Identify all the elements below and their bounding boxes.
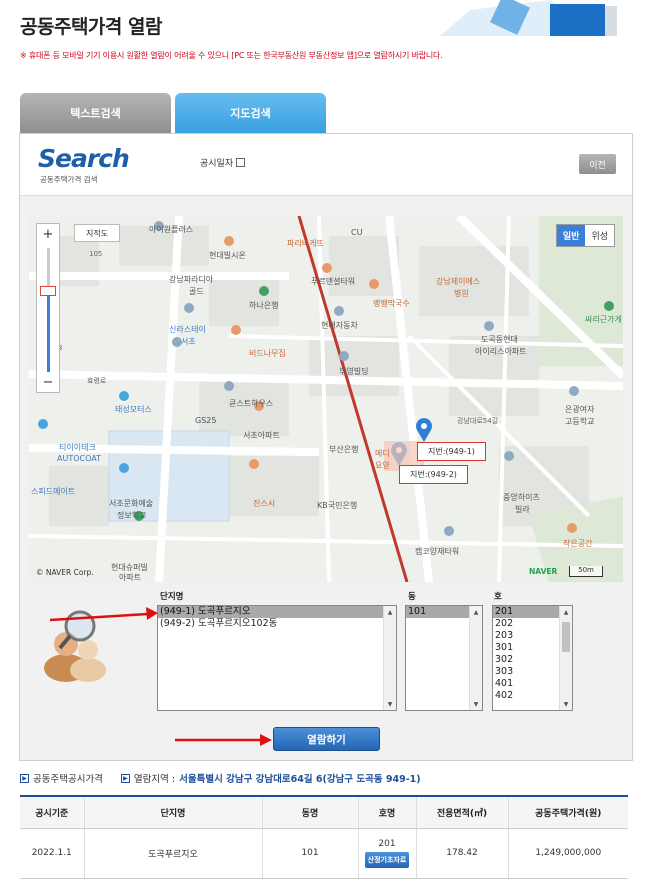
price-info-link[interactable]: ▶ 공동주택공시가격 — [20, 771, 103, 785]
arrow-box-icon: ▶ — [20, 773, 29, 783]
col-header-dong: 동명 — [262, 795, 359, 829]
info-bar: ▶ 공동주택공시가격 ▶ 열람지역 : 서울특별시 강남구 강남대로64길 6(… — [20, 771, 421, 785]
tab-text-search[interactable]: 텍스트검색 — [20, 93, 171, 133]
basis-data-button[interactable]: 산정기초자료 — [364, 851, 410, 868]
cell-date: 2022.1.1 — [20, 828, 85, 879]
col-header-complex: 단지명 — [84, 795, 263, 829]
cell-dong: 101 — [262, 828, 359, 879]
view-area: ▶ 열람지역 : 서울특별시 강남구 강남대로64길 6(강남구 도곡동 949… — [120, 771, 421, 785]
cell-area: 178.42 — [416, 828, 509, 879]
annotation-arrows — [49, 607, 272, 746]
price-info-label: 공동주택공시가격 — [33, 774, 103, 785]
col-header-date: 공시기준 — [20, 795, 85, 829]
view-area-address: 서울특별시 강남구 강남대로64길 6(강남구 도곡동 949-1) — [179, 774, 421, 785]
cell-complex: 도곡푸르지오 — [84, 828, 263, 879]
cell-price: 1,249,000,000 — [508, 828, 628, 879]
tab-map-search[interactable]: 지도검색 — [175, 93, 326, 133]
col-header-ho: 호명 — [358, 795, 417, 829]
cell-ho-value: 201 — [378, 838, 396, 849]
page-title: 공동주택가격 열람 — [20, 16, 162, 38]
tab-text-search-label: 텍스트검색 — [70, 107, 121, 120]
view-area-label: 열람지역 : — [133, 774, 176, 785]
tab-map-search-label: 지도검색 — [230, 107, 271, 120]
col-header-area: 전용면적(㎡) — [416, 795, 509, 829]
results-table: 공시기준 단지명 동명 호명 전용면적(㎡) 공동주택가격(원) 2022.1.… — [20, 795, 628, 879]
cell-ho: 201 산정기초자료 — [358, 828, 417, 879]
table-row: 2022.1.1 도곡푸르지오 101 201 산정기초자료 178.42 1,… — [20, 828, 628, 879]
results-header-row: 공시기준 단지명 동명 호명 전용면적(㎡) 공동주택가격(원) — [20, 795, 628, 829]
search-panel: Search 공동주택가격 검색 공시일자 이전 아이원플러스 현대빌시온 강남… — [19, 133, 633, 761]
col-header-price: 공동주택가격(원) — [508, 795, 628, 829]
arrow-box-icon: ▶ — [120, 773, 130, 783]
mobile-notice: ※ 휴대폰 등 모바일 기기 이용시 원활한 열람이 어려울 수 있으니 [PC… — [20, 51, 443, 60]
header-illustration — [440, 0, 617, 36]
